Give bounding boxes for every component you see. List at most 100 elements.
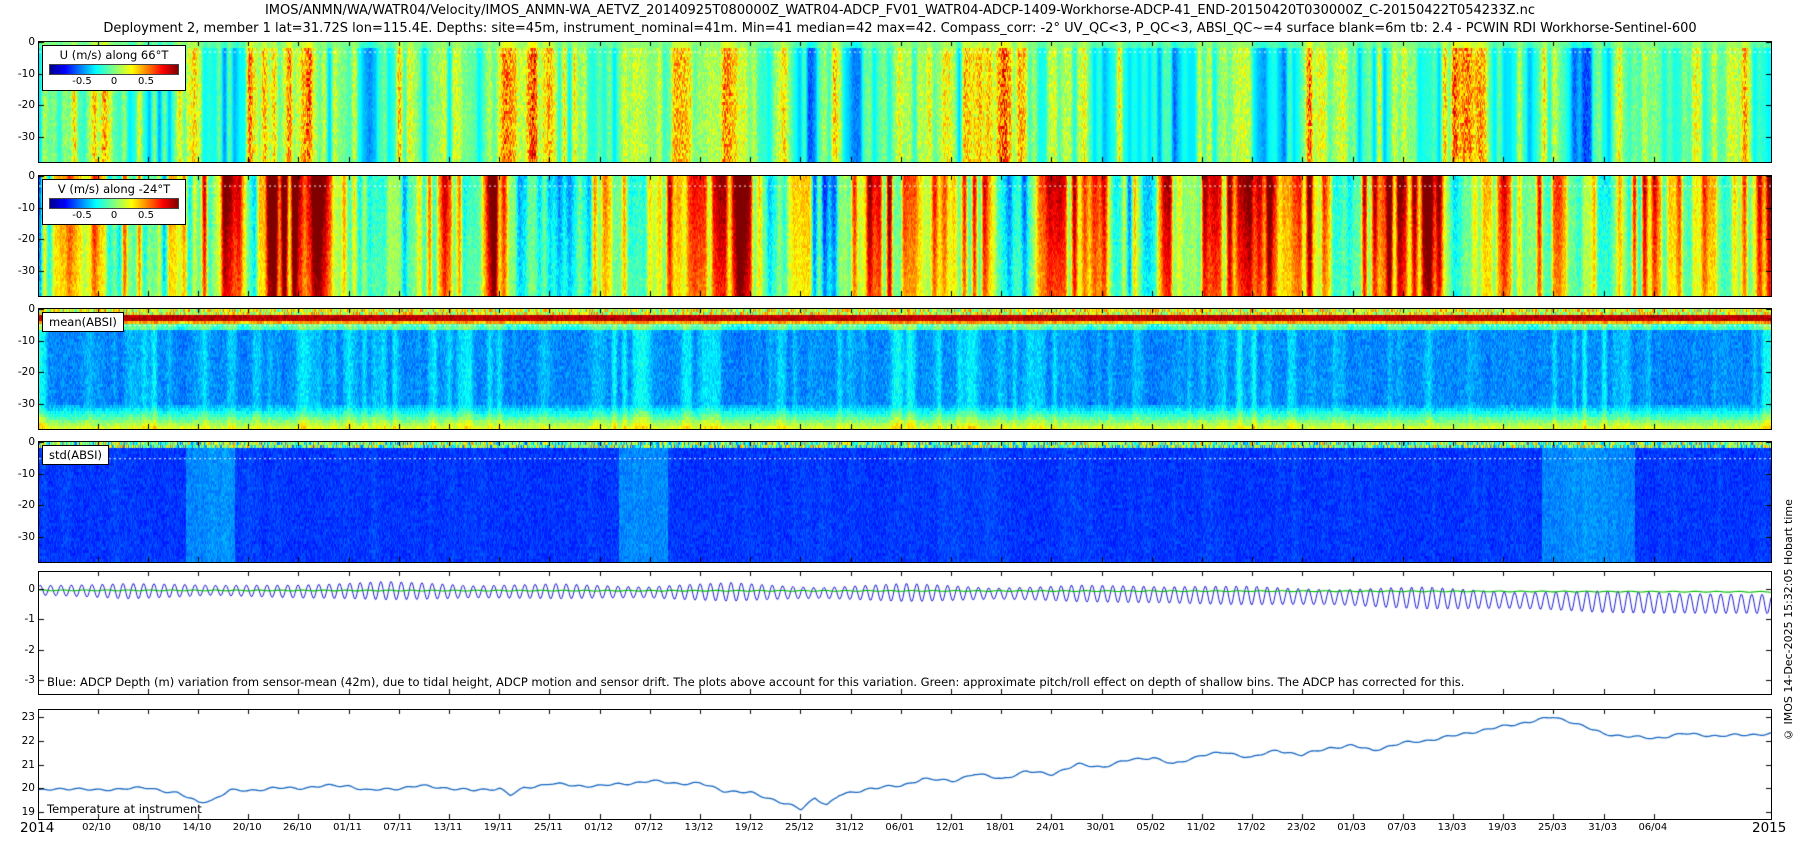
v-legend-box: V (m/s) along -24°T -0.5 0 0.5 [42,179,186,225]
x-tick-label: 01/12 [584,822,613,833]
x-tick-label: 26/10 [283,822,312,833]
u-legend-label: U (m/s) along 66°T [49,48,179,62]
x-tick-label: 19/11 [484,822,513,833]
x-tick-label: 01/11 [333,822,362,833]
x-tick-label: 07/12 [634,822,663,833]
y-tick-label: -10 [18,68,35,80]
x-tick-label: 07/03 [1387,822,1416,833]
mean-absi-legend-box: mean(ABSI) [42,312,124,332]
colorbar-tick-label: -0.5 [72,210,92,221]
v-colorbar [49,198,179,209]
panel-temperature-lineplot: Temperature at instrument 1920212223 [38,709,1772,820]
x-tick-label: 13/11 [434,822,463,833]
x-tick-label: 31/12 [835,822,864,833]
y-tick-label: -30 [18,398,35,410]
y-tick-label: 20 [22,782,35,794]
y-tick-label: 23 [22,711,35,723]
std-absi-depth-axis: 0-10-20-30 [2,442,35,562]
mean-absi-depth-axis: 0-10-20-30 [2,309,35,429]
y-tick-label: -20 [18,99,35,111]
adcp-mooring-figure: IMOS/ANMN/WA/WATR04/Velocity/IMOS_ANMN-W… [0,0,1800,850]
copyright-timestamp-text: © IMOS 14-Dec-2025 15:32:05 Hobart time [1782,430,1795,810]
y-tick-label: -20 [18,499,35,511]
colorbar-tick-label: -0.5 [72,76,92,87]
std-absi-legend-box: std(ABSI) [42,445,109,465]
colorbar-tick-label: 0 [111,76,117,87]
std-absi-legend-label: std(ABSI) [49,448,102,462]
temperature-canvas [39,710,1771,819]
y-tick-label: -10 [18,202,35,214]
v-velocity-heatmap-canvas [39,176,1771,296]
figure-subtitle-deployment-info: Deployment 2, member 1 lat=31.72S lon=11… [0,21,1800,36]
depth-variation-annotation: Blue: ADCP Depth (m) variation from sens… [47,675,1464,689]
y-tick-label: 0 [28,36,35,48]
x-tick-label: 20/10 [233,822,262,833]
y-tick-label: -20 [18,233,35,245]
u-colorbar [49,64,179,75]
y-tick-label: -2 [25,644,35,656]
panel-std-absi-heatmap: std(ABSI) 0-10-20-30 [38,441,1772,563]
colorbar-tick-label: 0.5 [138,76,154,87]
v-colorbar-ticks: -0.5 0 0.5 [50,210,178,222]
y-tick-label: 19 [22,806,35,818]
x-tick-label: 24/01 [1036,822,1065,833]
y-tick-label: -10 [18,468,35,480]
x-tick-label: 12/01 [936,822,965,833]
date-axis-labels: 02/10 08/10 14/10 20/10 26/10 01/11 07/11 13/11… [38,822,1770,836]
y-tick-label: 21 [22,759,35,771]
figure-title-filename: IMOS/ANMN/WA/WATR04/Velocity/IMOS_ANMN-W… [0,3,1800,18]
x-tick-label: 11/02 [1187,822,1216,833]
std-absi-heatmap-canvas [39,442,1771,562]
x-tick-label: 02/10 [82,822,111,833]
u-velocity-heatmap-canvas [39,42,1771,162]
depth-variation-axis: 0 -1 -2 -3 [2,572,35,694]
x-tick-label: 30/01 [1086,822,1115,833]
year-end-label: 2015 [1752,820,1786,836]
panel-depth-variation-lineplot: Blue: ADCP Depth (m) variation from sens… [38,571,1772,695]
y-tick-label: -30 [18,531,35,543]
x-tick-label: 07/11 [383,822,412,833]
x-tick-label: 25/03 [1538,822,1567,833]
y-tick-label: -30 [18,131,35,143]
x-tick-label: 31/03 [1588,822,1617,833]
mean-absi-legend-label: mean(ABSI) [49,315,117,329]
x-tick-label: 06/01 [885,822,914,833]
x-tick-label: 06/04 [1638,822,1667,833]
mean-absi-heatmap-canvas [39,309,1771,429]
panel-v-velocity-heatmap: V (m/s) along -24°T -0.500.5 0-10-20-30 [38,175,1772,297]
y-tick-label: 0 [28,436,35,448]
x-tick-label: 25/12 [785,822,814,833]
y-tick-label: -3 [25,674,35,686]
x-tick-label: 25/11 [534,822,563,833]
temperature-axis: 19 20 21 22 23 [2,710,35,819]
x-tick-label: 23/02 [1287,822,1316,833]
x-tick-label: 14/10 [183,822,212,833]
y-tick-label: 0 [28,303,35,315]
u-colorbar-ticks: -0.5 0 0.5 [50,76,178,88]
v-legend-label: V (m/s) along -24°T [49,182,179,196]
y-tick-label: 0 [28,583,35,595]
x-tick-label: 19/03 [1488,822,1517,833]
x-tick-label: 13/12 [685,822,714,833]
x-tick-label: 17/02 [1237,822,1266,833]
year-start-label: 2014 [20,820,54,836]
x-tick-label: 01/03 [1337,822,1366,833]
x-tick-label: 08/10 [132,822,161,833]
panel-u-velocity-heatmap: U (m/s) along 66°T -0.500.5 0-10-20-30 [38,41,1772,163]
y-tick-label: 0 [28,170,35,182]
colorbar-tick-label: 0 [111,210,117,221]
x-tick-label: 18/01 [986,822,1015,833]
y-tick-label: -20 [18,366,35,378]
colorbar-tick-label: 0.5 [138,210,154,221]
y-tick-label: -30 [18,265,35,277]
x-tick-label: 05/02 [1136,822,1165,833]
x-tick-label: 19/12 [735,822,764,833]
y-tick-label: -10 [18,335,35,347]
x-tick-label: 13/03 [1438,822,1467,833]
y-tick-label: -1 [25,613,35,625]
y-tick-label: 22 [22,735,35,747]
panel-mean-absi-heatmap: mean(ABSI) 0-10-20-30 [38,308,1772,430]
u-depth-axis: 0-10-20-30 [2,42,35,162]
u-legend-box: U (m/s) along 66°T -0.5 0 0.5 [42,45,186,91]
temperature-panel-label: Temperature at instrument [47,802,202,816]
